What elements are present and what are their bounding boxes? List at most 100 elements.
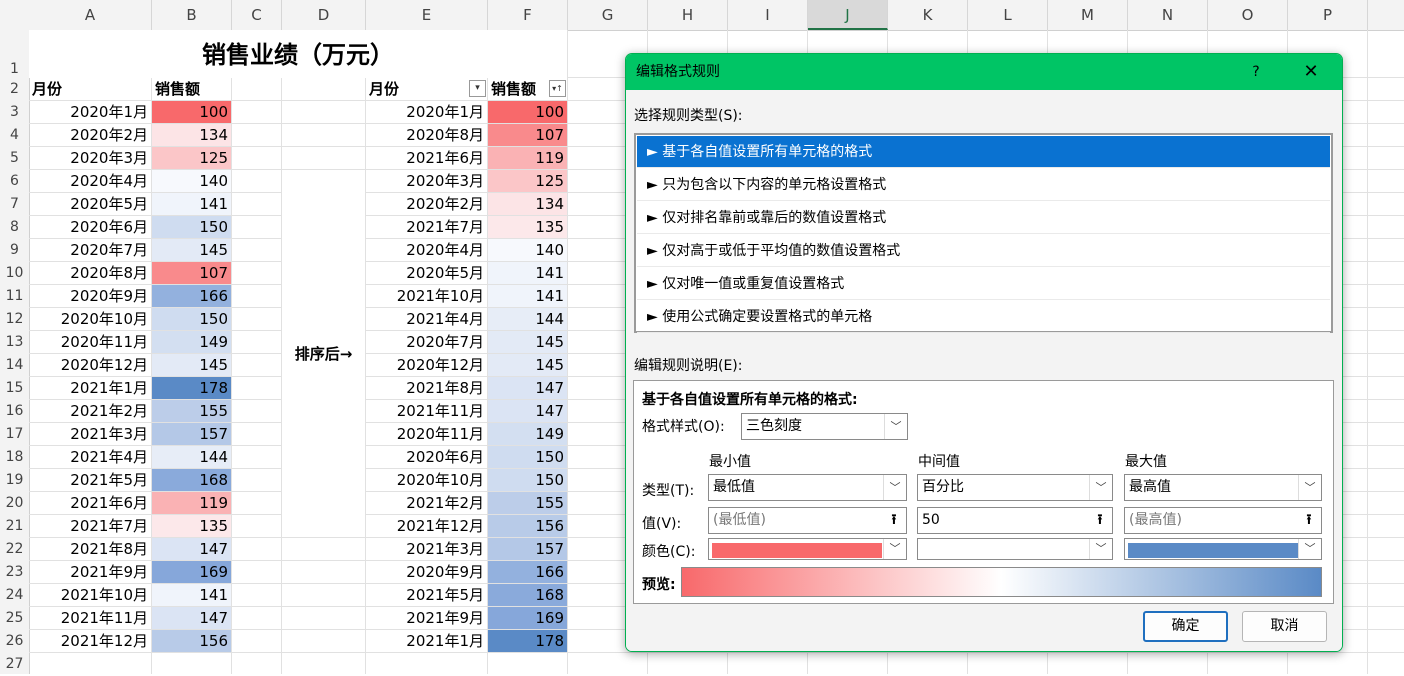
- rule-type-item[interactable]: ► 仅对唯一值或重复值设置格式: [637, 268, 1330, 300]
- row-header-19[interactable]: 19: [0, 469, 29, 492]
- left-month-cell[interactable]: 2020年4月: [29, 170, 151, 192]
- row-header-3[interactable]: 3: [0, 101, 29, 124]
- header-sales-left[interactable]: 销售额: [152, 78, 231, 100]
- left-month-cell[interactable]: 2020年11月: [29, 331, 151, 353]
- range-select-icon[interactable]: ⭱: [1090, 510, 1110, 531]
- help-button[interactable]: ?: [1246, 54, 1266, 90]
- left-sales-cell[interactable]: 134: [152, 124, 231, 146]
- row-header-10[interactable]: 10: [0, 262, 29, 285]
- left-sales-cell[interactable]: 150: [152, 216, 231, 238]
- left-month-cell[interactable]: 2020年6月: [29, 216, 151, 238]
- right-month-cell[interactable]: 2021年9月: [366, 607, 487, 629]
- right-month-cell[interactable]: 2020年6月: [366, 446, 487, 468]
- left-month-cell[interactable]: 2021年9月: [29, 561, 151, 583]
- row-header-21[interactable]: 21: [0, 515, 29, 538]
- right-month-cell[interactable]: 2020年4月: [366, 239, 487, 261]
- column-header-C[interactable]: C: [232, 0, 282, 30]
- rule-type-item[interactable]: ► 仅对高于或低于平均值的数值设置格式: [637, 235, 1330, 267]
- left-month-cell[interactable]: 2020年5月: [29, 193, 151, 215]
- column-header-H[interactable]: H: [648, 0, 728, 30]
- mid-type-select[interactable]: 百分比 ﹀: [917, 474, 1113, 501]
- left-month-cell[interactable]: 2020年8月: [29, 262, 151, 284]
- right-sales-cell[interactable]: 166: [488, 561, 567, 583]
- row-header-4[interactable]: 4: [0, 124, 29, 147]
- left-month-cell[interactable]: 2021年1月: [29, 377, 151, 399]
- rule-type-item[interactable]: ► 仅对排名靠前或靠后的数值设置格式: [637, 202, 1330, 234]
- left-month-cell[interactable]: 2020年1月: [29, 101, 151, 123]
- right-sales-cell[interactable]: 140: [488, 239, 567, 261]
- column-header-L[interactable]: L: [968, 0, 1048, 30]
- rule-type-list[interactable]: ► 基于各自值设置所有单元格的格式 ► 只为包含以下内容的单元格设置格式 ► 仅对排…: [634, 133, 1333, 333]
- right-month-cell[interactable]: 2021年1月: [366, 630, 487, 652]
- sort-label-cell[interactable]: 排序后→: [282, 170, 365, 537]
- left-month-cell[interactable]: 2021年11月: [29, 607, 151, 629]
- row-header-2[interactable]: 2: [0, 78, 29, 101]
- right-sales-cell[interactable]: 144: [488, 308, 567, 330]
- left-sales-cell[interactable]: 140: [152, 170, 231, 192]
- rule-type-item[interactable]: ► 使用公式确定要设置格式的单元格: [637, 301, 1330, 333]
- left-sales-cell[interactable]: 100: [152, 101, 231, 123]
- row-header-8[interactable]: 8: [0, 216, 29, 239]
- left-month-cell[interactable]: 2020年3月: [29, 147, 151, 169]
- right-sales-cell[interactable]: 125: [488, 170, 567, 192]
- left-sales-cell[interactable]: 141: [152, 584, 231, 606]
- row-header-15[interactable]: 15: [0, 377, 29, 400]
- row-header-23[interactable]: 23: [0, 561, 29, 584]
- right-month-cell[interactable]: 2020年7月: [366, 331, 487, 353]
- column-header-D[interactable]: D: [282, 0, 366, 30]
- left-month-cell[interactable]: 2021年8月: [29, 538, 151, 560]
- format-style-select[interactable]: 三色刻度 ﹀: [741, 413, 908, 440]
- row-header-11[interactable]: 11: [0, 285, 29, 308]
- row-header-13[interactable]: 13: [0, 331, 29, 354]
- row-header-6[interactable]: 6: [0, 170, 29, 193]
- left-sales-cell[interactable]: 166: [152, 285, 231, 307]
- column-header-J[interactable]: J: [808, 0, 888, 30]
- right-sales-cell[interactable]: 107: [488, 124, 567, 146]
- left-sales-cell[interactable]: 156: [152, 630, 231, 652]
- right-sales-cell[interactable]: 135: [488, 216, 567, 238]
- right-sales-cell[interactable]: 145: [488, 331, 567, 353]
- left-sales-cell[interactable]: 125: [152, 147, 231, 169]
- column-header-B[interactable]: B: [152, 0, 232, 30]
- left-month-cell[interactable]: 2021年12月: [29, 630, 151, 652]
- right-month-cell[interactable]: 2020年3月: [366, 170, 487, 192]
- column-header-A[interactable]: A: [29, 0, 152, 30]
- left-sales-cell[interactable]: 168: [152, 469, 231, 491]
- left-month-cell[interactable]: 2021年3月: [29, 423, 151, 445]
- column-header-M[interactable]: M: [1048, 0, 1128, 30]
- rule-type-item[interactable]: ► 基于各自值设置所有单元格的格式: [637, 136, 1330, 168]
- right-month-cell[interactable]: 2020年12月: [366, 354, 487, 376]
- right-month-cell[interactable]: 2021年6月: [366, 147, 487, 169]
- row-header-14[interactable]: 14: [0, 354, 29, 377]
- left-sales-cell[interactable]: 169: [152, 561, 231, 583]
- column-header-E[interactable]: E: [366, 0, 488, 30]
- right-month-cell[interactable]: 2021年3月: [366, 538, 487, 560]
- right-sales-cell[interactable]: 168: [488, 584, 567, 606]
- column-header-F[interactable]: F: [488, 0, 568, 30]
- row-header-7[interactable]: 7: [0, 193, 29, 216]
- left-sales-cell[interactable]: 149: [152, 331, 231, 353]
- row-header-5[interactable]: 5: [0, 147, 29, 170]
- right-sales-cell[interactable]: 147: [488, 377, 567, 399]
- right-sales-cell[interactable]: 141: [488, 262, 567, 284]
- right-month-cell[interactable]: 2020年1月: [366, 101, 487, 123]
- left-sales-cell[interactable]: 145: [152, 239, 231, 261]
- range-select-icon[interactable]: ⭱: [1299, 510, 1319, 531]
- left-sales-cell[interactable]: 144: [152, 446, 231, 468]
- min-color-picker[interactable]: ﹀: [708, 538, 907, 560]
- left-month-cell[interactable]: 2021年2月: [29, 400, 151, 422]
- row-header-24[interactable]: 24: [0, 584, 29, 607]
- row-header-1[interactable]: 1: [0, 30, 29, 78]
- cancel-button[interactable]: 取消: [1242, 611, 1327, 642]
- column-header-P[interactable]: P: [1288, 0, 1368, 30]
- max-type-select[interactable]: 最高值 ﹀: [1124, 474, 1322, 501]
- row-header-16[interactable]: 16: [0, 400, 29, 423]
- right-month-cell[interactable]: 2021年10月: [366, 285, 487, 307]
- left-month-cell[interactable]: 2020年7月: [29, 239, 151, 261]
- mid-color-picker[interactable]: ﹀: [917, 538, 1113, 560]
- row-header-22[interactable]: 22: [0, 538, 29, 561]
- right-month-cell[interactable]: 2021年7月: [366, 216, 487, 238]
- left-sales-cell[interactable]: 150: [152, 308, 231, 330]
- header-month-left[interactable]: 月份: [29, 78, 151, 100]
- row-header-18[interactable]: 18: [0, 446, 29, 469]
